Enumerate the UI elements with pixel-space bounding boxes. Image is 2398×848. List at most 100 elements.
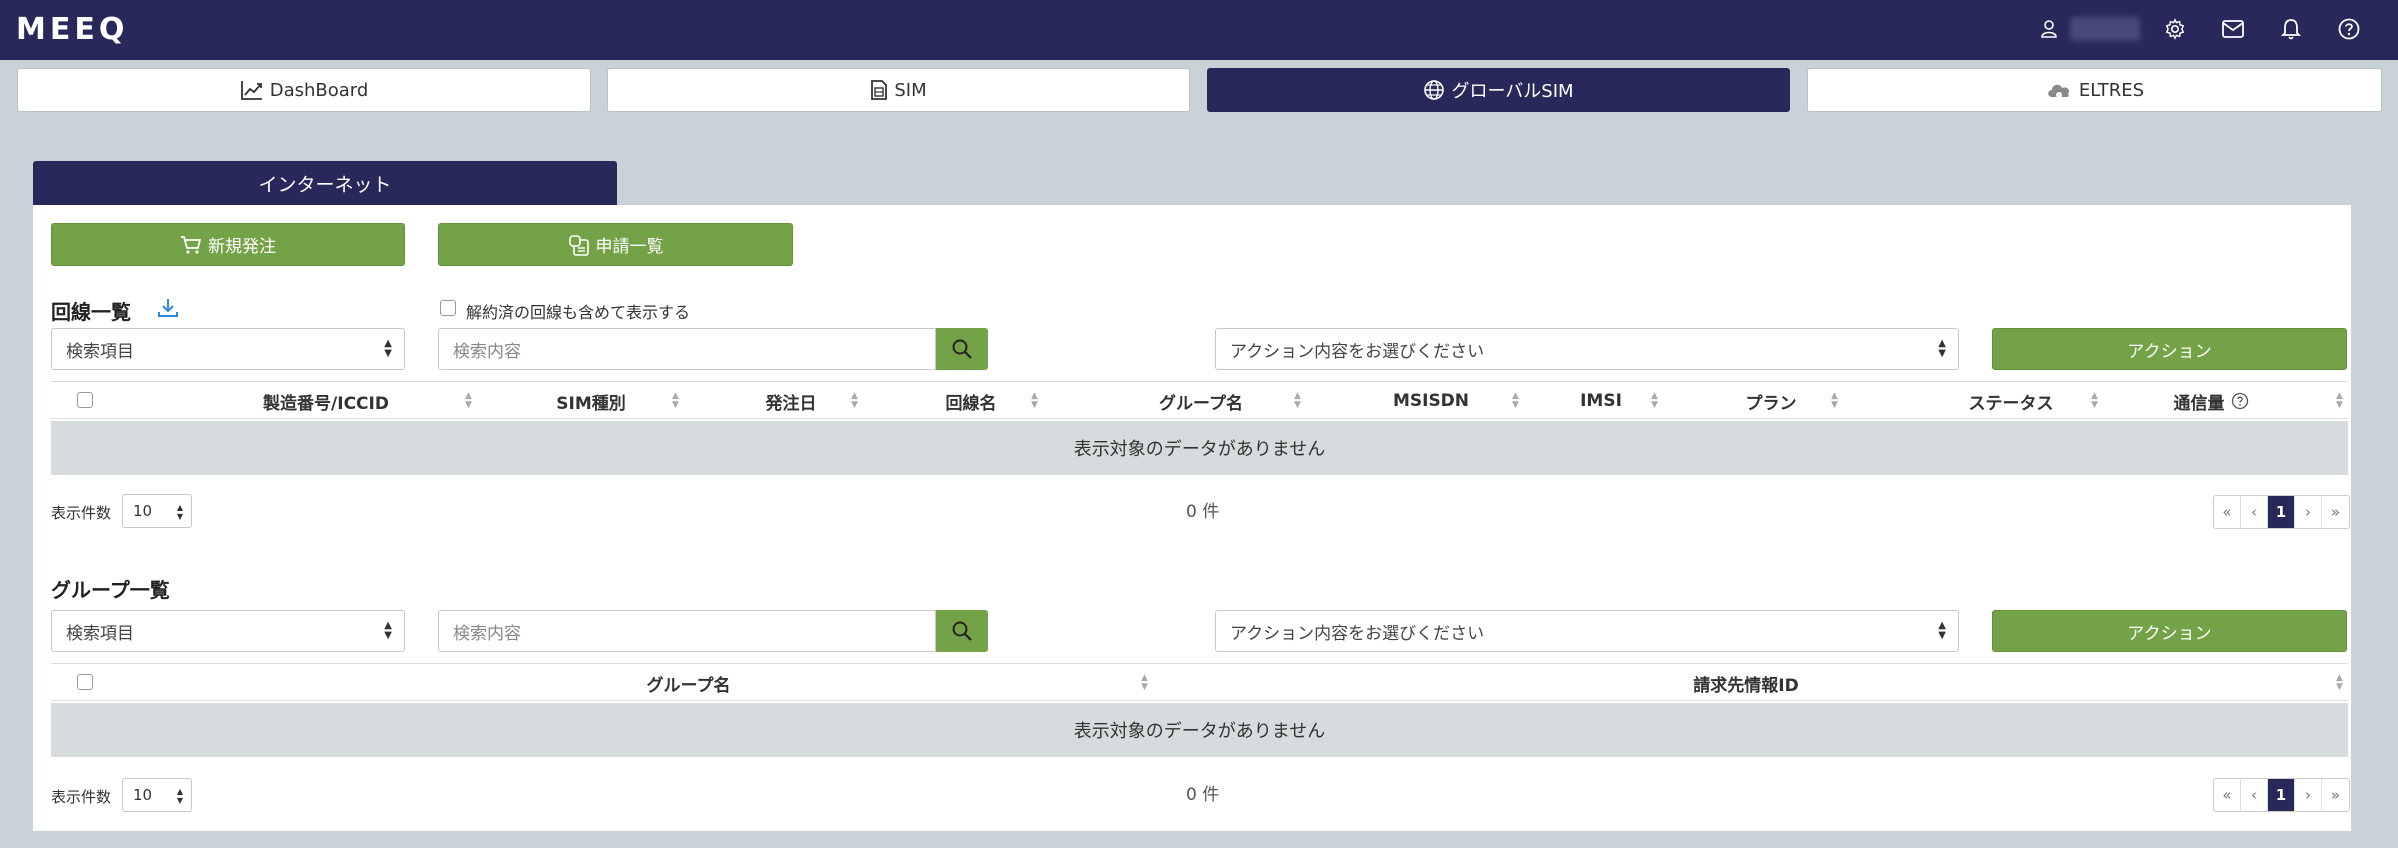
new-order-button[interactable]: 新規発注 [51,223,405,266]
lines-search-placeholder: 検索内容 [453,341,521,362]
groups-per-page-select[interactable]: 10 ▲ ▼ [122,778,192,812]
col-imsi[interactable]: IMSI [1531,382,1671,420]
lines-count: 0 件 [1186,502,1220,522]
bell-icon[interactable] [2276,14,2306,44]
sort-icon[interactable]: ▲ ▼ [851,392,858,410]
sort-icon[interactable]: ▲ ▼ [1831,392,1838,410]
lines-action-select[interactable]: アクション内容をお選びください ▲ ▼ [1215,328,1959,370]
groups-count: 0 件 [1186,785,1220,805]
lines-select-all-checkbox[interactable] [77,392,93,408]
lines-search-field-value: 検索項目 [66,341,134,362]
groups-per-page-value: 10 [133,786,153,804]
globe-icon [1424,80,1445,100]
request-list-label: 申請一覧 [595,237,664,257]
tab-global-sim[interactable]: グローバルSIM [1207,68,1790,112]
lines-per-page-label: 表示件数 [51,504,112,522]
top-bar: MEEQ [0,0,2398,60]
tab-dashboard-label: DashBoard [269,79,369,101]
lines-per-page-select[interactable]: 10 ▲ ▼ [122,494,192,528]
col-traffic-label: 通信量 [2173,393,2225,414]
sort-icon[interactable]: ▲ ▼ [2091,392,2098,410]
sort-icon[interactable]: ▲ ▼ [1651,392,1658,410]
download-icon[interactable] [156,296,180,324]
groups-table-header: グループ名 ▲ ▼ 請求先情報ID ▲ ▼ [51,663,2348,701]
gear-icon[interactable] [2160,14,2190,44]
include-cancelled-checkbox[interactable] [440,300,456,316]
select-arrows-icon: ▲ ▼ [176,503,183,521]
sort-icon[interactable]: ▲ ▼ [2336,674,2343,692]
request-list-button[interactable]: 申請一覧 [438,223,793,266]
groups-action-select-value: アクション内容をお選びください [1230,623,1485,644]
lines-search-input[interactable]: 検索内容 [438,328,936,370]
select-arrows-icon: ▲ ▼ [176,787,183,805]
col-billing-id[interactable]: 請求先情報ID [1191,664,2301,702]
col-group-name[interactable]: グループ名 [131,664,1246,702]
search-icon [952,339,972,359]
select-arrows-icon: ▲ ▼ [384,620,392,641]
tab-dashboard[interactable]: DashBoard [17,68,591,112]
sort-icon[interactable]: ▲ ▼ [1141,674,1148,692]
page-next[interactable]: › [2295,496,2322,528]
groups-action-button[interactable]: アクション [1992,610,2347,652]
cart-icon [181,235,202,254]
app-logo[interactable]: MEEQ [16,12,128,47]
sort-icon[interactable]: ▲ ▼ [465,392,472,410]
sort-icon[interactable]: ▲ ▼ [1294,392,1301,410]
select-arrows-icon: ▲ ▼ [1938,620,1946,641]
lines-per-page-value: 10 [133,502,153,520]
help-icon[interactable] [2334,14,2364,44]
lines-action-button[interactable]: アクション [1992,328,2347,370]
sort-icon[interactable]: ▲ ▼ [2336,392,2343,410]
groups-action-select[interactable]: アクション内容をお選びください ▲ ▼ [1215,610,1959,652]
user-name-redacted[interactable] [2070,17,2140,41]
col-iccid[interactable]: 製造番号/ICCID [201,382,451,420]
page-next[interactable]: › [2295,779,2322,811]
lines-title: 回線一覧 [51,300,131,324]
col-plan[interactable]: プラン [1671,382,1871,420]
col-order-date[interactable]: 発注日 [691,382,891,420]
page-prev[interactable]: ‹ [2241,779,2268,811]
document-list-icon [568,234,589,256]
col-msisdn[interactable]: MSISDN [1331,382,1531,420]
new-order-label: 新規発注 [208,237,276,257]
tab-eltres[interactable]: ELTRES [1807,68,2382,112]
lines-empty-row: 表示対象のデータがありません [51,421,2348,475]
chart-line-icon [240,81,262,100]
page-last[interactable]: » [2322,779,2349,811]
col-group-name[interactable]: グループ名 [1051,382,1351,420]
sort-icon[interactable]: ▲ ▼ [1031,392,1038,410]
groups-search-placeholder: 検索内容 [453,623,521,644]
select-arrows-icon: ▲ ▼ [384,338,392,359]
search-icon [952,621,972,641]
groups-search-field-select[interactable]: 検索項目 ▲ ▼ [51,610,405,652]
page-current[interactable]: 1 [2268,779,2295,811]
groups-per-page-label: 表示件数 [51,788,112,806]
groups-empty-row: 表示対象のデータがありません [51,703,2348,757]
lines-table-header: 製造番号/ICCID ▲ ▼ SIM種別 ▲ ▼ 発注日 ▲ ▼ 回線名 ▲ ▼ グルー… [51,381,2348,419]
col-sim-type[interactable]: SIM種別 [491,382,691,420]
page-first[interactable]: « [2214,779,2241,811]
user-icon[interactable] [2034,14,2064,44]
select-arrows-icon: ▲ ▼ [1938,338,1946,359]
groups-select-all-checkbox[interactable] [77,674,93,690]
tab-global-sim-label: グローバルSIM [1451,81,1574,102]
col-traffic[interactable]: 通信量 [2151,382,2271,420]
tab-eltres-label: ELTRES [2078,79,2145,101]
page-current[interactable]: 1 [2268,496,2295,528]
mail-icon[interactable] [2218,14,2248,44]
tab-internet[interactable]: インターネット [33,161,617,205]
page-prev[interactable]: ‹ [2241,496,2268,528]
page-first[interactable]: « [2214,496,2241,528]
sort-icon[interactable]: ▲ ▼ [672,392,679,410]
help-icon[interactable] [2231,392,2249,410]
groups-search-input[interactable]: 検索内容 [438,610,936,652]
lines-search-field-select[interactable]: 検索項目 ▲ ▼ [51,328,405,370]
include-cancelled-label: 解約済の回線も含めて表示する [466,303,691,322]
groups-search-button[interactable] [936,610,988,652]
lines-search-button[interactable] [936,328,988,370]
sort-icon[interactable]: ▲ ▼ [1512,392,1519,410]
page-last[interactable]: » [2322,496,2349,528]
col-status[interactable]: ステータス [1851,382,2171,420]
groups-search-field-value: 検索項目 [66,623,134,644]
tab-sim[interactable]: SIM [607,68,1190,112]
